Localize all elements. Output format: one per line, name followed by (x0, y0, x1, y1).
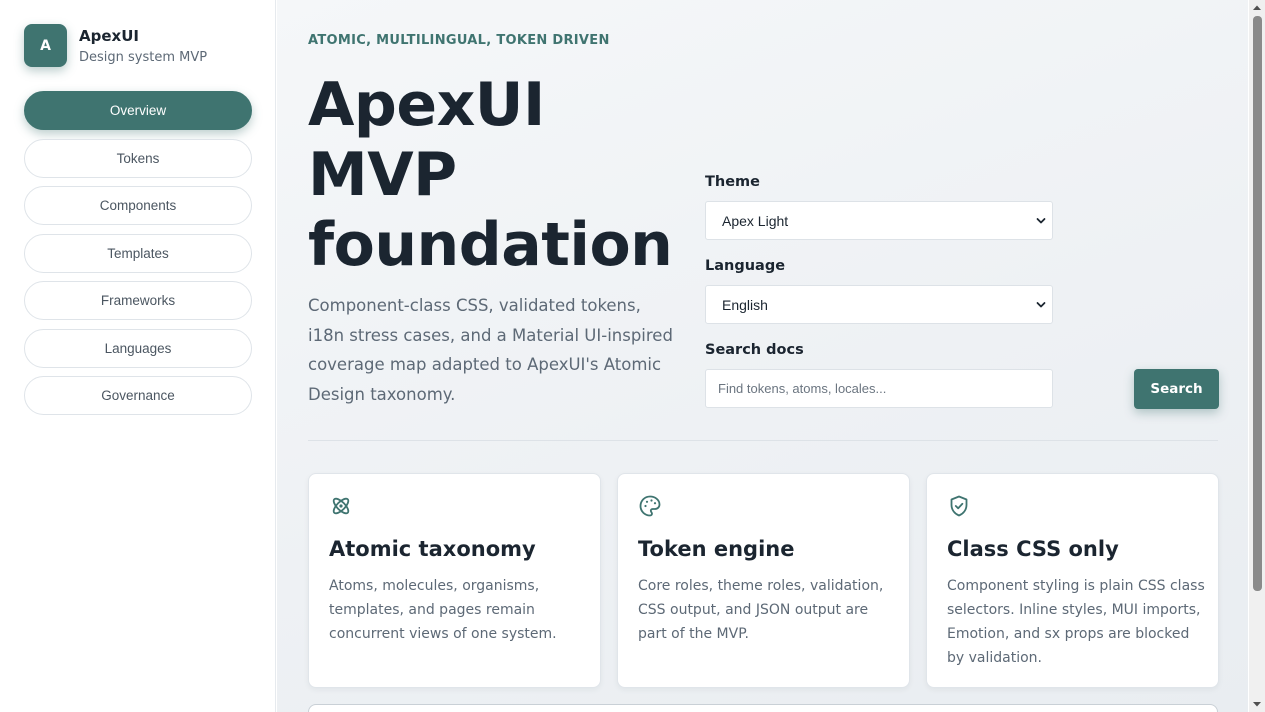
sidebar-item-languages[interactable]: Languages (24, 328, 252, 368)
sidebar-nav: Overview Tokens Components Templates Fra… (24, 91, 252, 424)
feature-card-atomic: Atomic taxonomy Atoms, molecules, organi… (308, 473, 601, 688)
hero-eyebrow: ATOMIC, MULTILINGUAL, TOKEN DRIVEN (308, 33, 610, 48)
brand-subtitle: Design system MVP (79, 50, 208, 65)
divider (308, 440, 1218, 441)
atom-icon (332, 497, 350, 515)
brand-name: ApexUI (79, 27, 139, 45)
next-section-panel (308, 704, 1218, 712)
scroll-down-arrow-icon[interactable] (1253, 700, 1261, 708)
scroll-thumb[interactable] (1253, 16, 1262, 591)
page-title-line-2: MVP (308, 140, 457, 210)
search-button[interactable]: Search (1134, 369, 1219, 409)
card-description: Atoms, molecules, organisms, templates, … (329, 578, 557, 642)
theme-select[interactable]: Apex Light (705, 201, 1053, 240)
theme-label: Theme (705, 174, 760, 190)
scroll-up-arrow-icon[interactable] (1253, 4, 1261, 12)
theme-select-value: Apex Light (722, 212, 789, 229)
chevron-down-icon (1036, 218, 1046, 224)
chevron-down-icon (1036, 302, 1046, 308)
hero-description: Component-class CSS, validated tokens, i… (308, 296, 673, 404)
sidebar-item-tokens[interactable]: Tokens (24, 138, 252, 178)
sidebar-item-overview[interactable]: Overview (24, 91, 252, 130)
page-scrollbar[interactable] (1249, 0, 1265, 712)
sidebar-item-templates[interactable]: Templates (24, 233, 252, 273)
palette-icon (639, 495, 661, 517)
main-content: ATOMIC, MULTILINGUAL, TOKEN DRIVEN ApexU… (277, 0, 1248, 712)
sidebar-item-components[interactable]: Components (24, 186, 252, 225)
page-title: ApexUI MVP foundation (308, 70, 673, 280)
search-docs-label: Search docs (705, 342, 804, 358)
card-title: Atomic taxonomy (329, 537, 536, 561)
card-title: Class CSS only (947, 537, 1119, 561)
card-description: Core roles, theme roles, validation, CSS… (638, 578, 884, 642)
sidebar-item-frameworks[interactable]: Frameworks (24, 281, 252, 320)
page-title-line-1: ApexUI (308, 70, 545, 140)
feature-card-class-css: Class CSS only Component styling is plai… (926, 473, 1219, 688)
card-title: Token engine (638, 537, 795, 561)
language-select-value: English (722, 296, 768, 313)
sidebar: A ApexUI Design system MVP Overview Toke… (0, 0, 276, 712)
search-input[interactable] (705, 369, 1053, 408)
language-select[interactable]: English (705, 285, 1053, 324)
page-title-line-3: foundation (308, 210, 673, 280)
feature-card-token-engine: Token engine Core roles, theme roles, va… (617, 473, 910, 688)
sidebar-item-governance[interactable]: Governance (24, 376, 252, 415)
brand-logo: A (24, 24, 67, 67)
language-label: Language (705, 258, 786, 274)
card-description: Component styling is plain CSS class sel… (947, 578, 1205, 666)
brand[interactable]: A ApexUI Design system MVP (24, 24, 207, 68)
shield-check-icon (950, 495, 968, 517)
brand-text: ApexUI Design system MVP (79, 26, 207, 68)
